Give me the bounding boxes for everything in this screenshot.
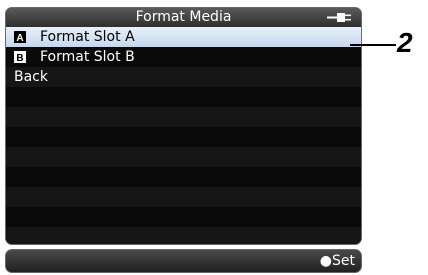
menu-item-label: Format Slot B [40, 49, 135, 65]
menu-item-format-slot-b[interactable]: B Format Slot B [6, 47, 361, 67]
empty-row [6, 167, 361, 187]
menu-item-back[interactable]: Back [6, 67, 361, 87]
callout-number: 2 [397, 27, 413, 58]
empty-row [6, 87, 361, 107]
lcd-screen: Format Media A Format Slot A B Format Sl… [5, 7, 362, 245]
empty-row [6, 187, 361, 207]
empty-row [6, 127, 361, 147]
set-button[interactable]: ●Set [320, 252, 355, 270]
menu-item-format-slot-a[interactable]: A Format Slot A [6, 27, 361, 47]
menu-item-label: Format Slot A [40, 29, 135, 45]
empty-row [6, 227, 361, 244]
empty-row [6, 147, 361, 167]
slot-a-icon: A [14, 31, 26, 43]
bottom-bar: ●Set [5, 249, 362, 273]
empty-row [6, 107, 361, 127]
svg-text:A: A [16, 33, 23, 43]
slot-b-icon: B [14, 51, 26, 63]
menu-list: A Format Slot A B Format Slot B Back [6, 27, 361, 244]
power-plug-icon [327, 13, 351, 22]
empty-row [6, 207, 361, 227]
menu-title: Format Media [135, 9, 232, 25]
callout-line [350, 44, 396, 46]
menu-item-label: Back [14, 69, 48, 85]
svg-text:B: B [16, 53, 23, 63]
title-bar: Format Media [6, 8, 361, 27]
